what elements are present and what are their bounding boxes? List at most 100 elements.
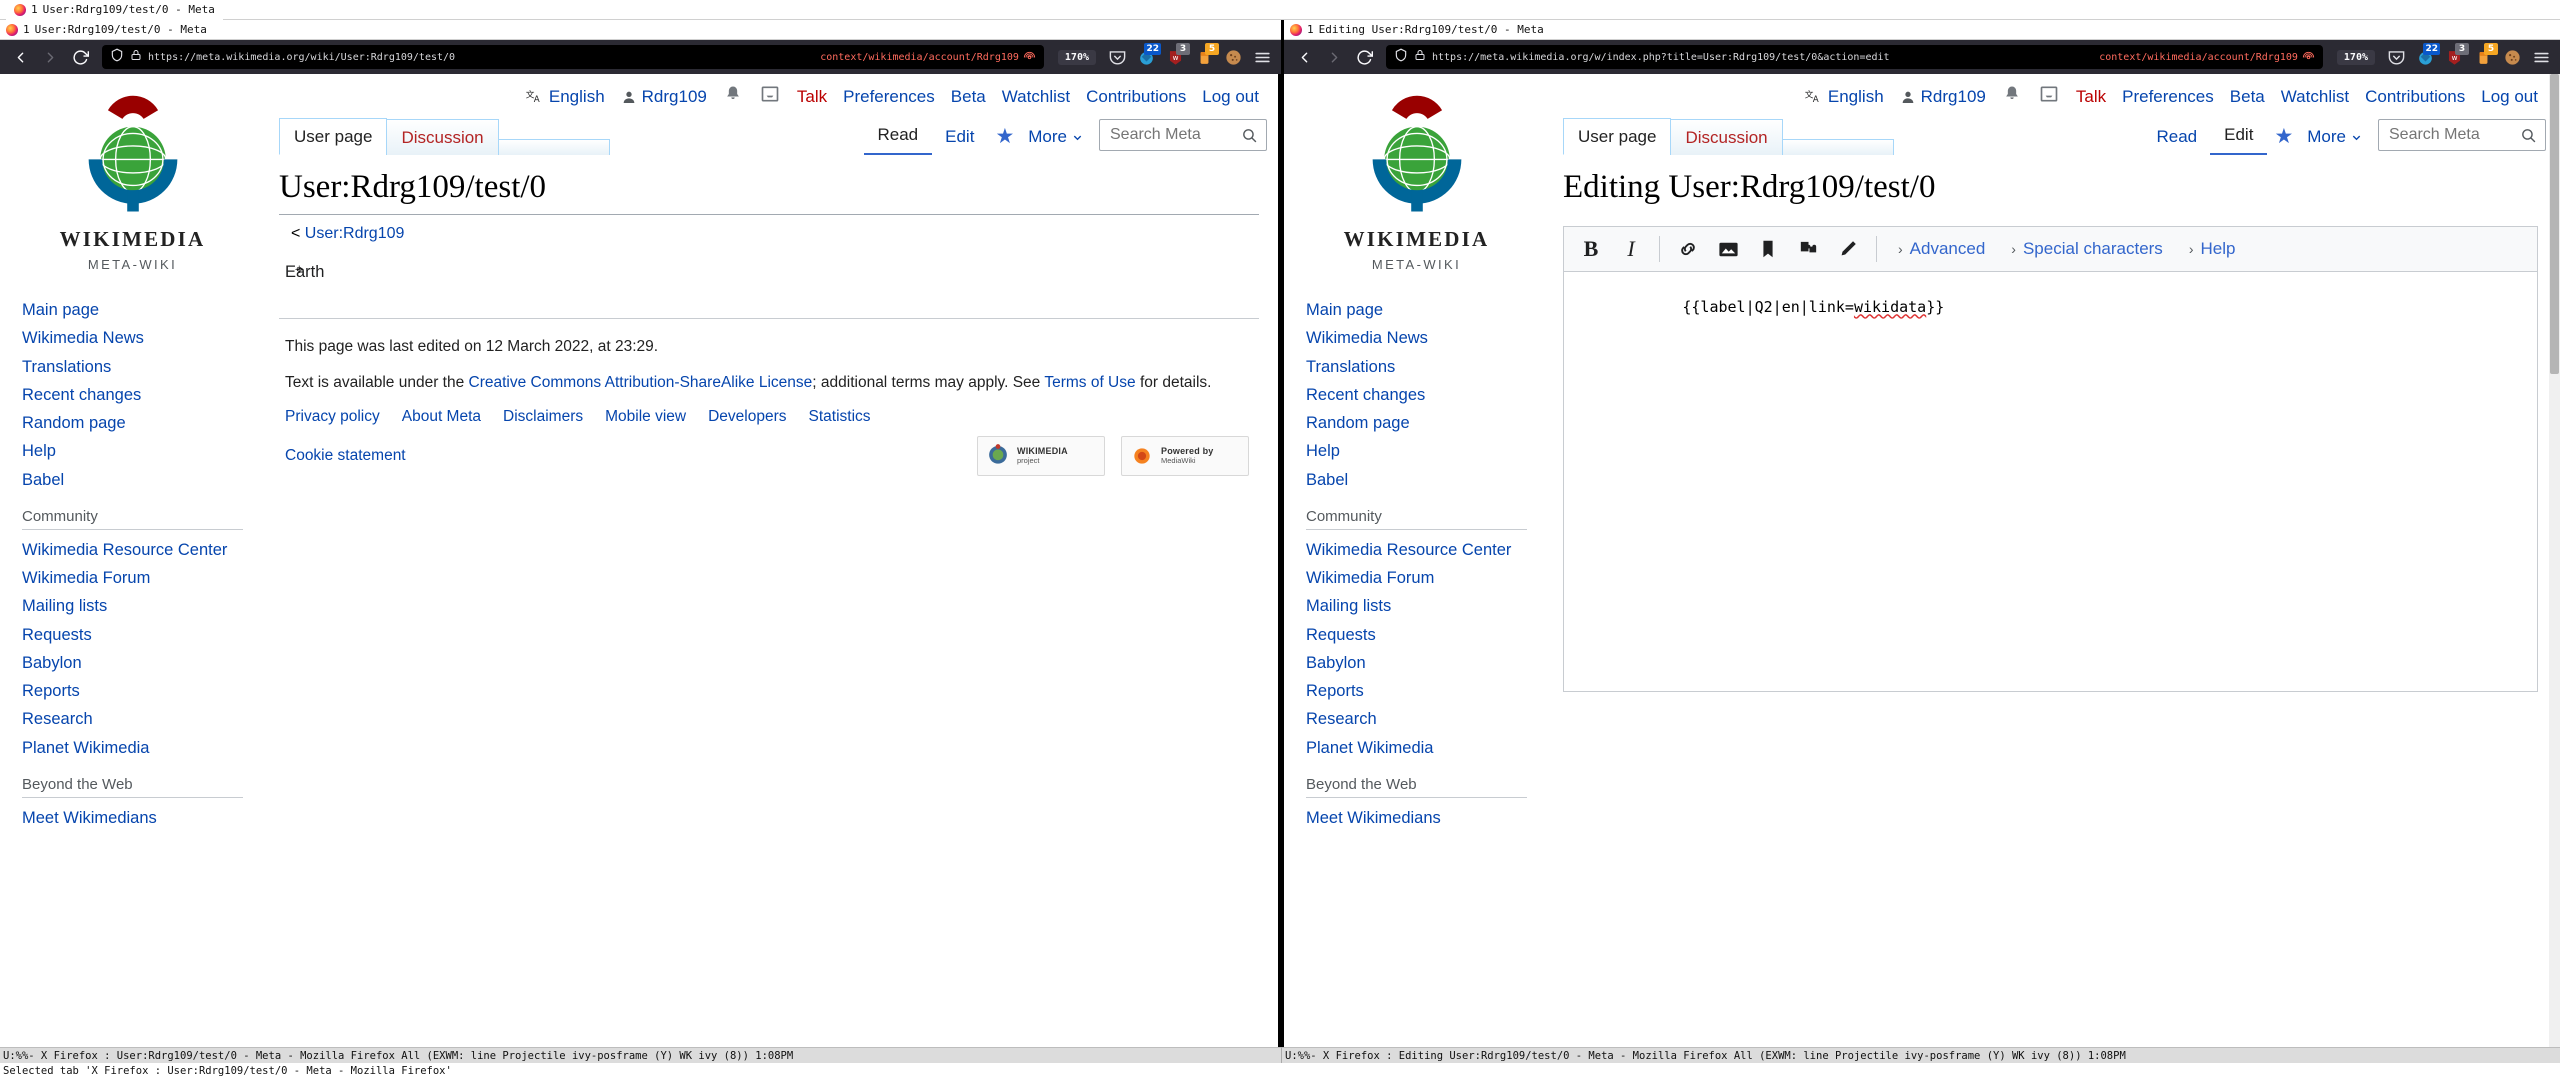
username-label-right[interactable]: Rdrg109 <box>1921 87 1986 107</box>
footer-link-disclaimers[interactable]: Disclaimers <box>503 408 583 426</box>
sidebar-item[interactable]: Wikimedia Resource Center <box>1306 536 1549 564</box>
watchlist-link-left[interactable]: Watchlist <box>1002 87 1070 107</box>
sidebar-link[interactable]: Main page <box>1306 301 1383 319</box>
sidebar-link[interactable]: Reports <box>22 682 80 700</box>
sidebar-item[interactable]: Mailing lists <box>22 592 265 620</box>
container-badge-right[interactable]: context/wikimedia/account/Rdrg109 <box>2099 51 2315 64</box>
reload-button[interactable] <box>66 43 94 71</box>
cookie-icon[interactable] <box>2499 44 2525 70</box>
sidebar-item[interactable]: Wikimedia News <box>22 324 265 352</box>
cookie-icon[interactable] <box>1220 44 1246 70</box>
sidebar-link[interactable]: Meet Wikimedians <box>1306 809 1441 827</box>
tab-discussion-left[interactable]: Discussion <box>386 119 499 155</box>
tab-user-page-left[interactable]: User page <box>279 118 388 155</box>
sidebar-link[interactable]: Wikimedia Forum <box>22 569 150 587</box>
container-badge-left[interactable]: context/wikimedia/account/Rdrg109 <box>820 51 1036 64</box>
sidebar-item[interactable]: Planet Wikimedia <box>1306 734 1549 762</box>
shield-icon[interactable] <box>1394 48 1408 67</box>
zoom-level-left[interactable]: 170% <box>1057 49 1096 65</box>
terms-link[interactable]: Terms of Use <box>1044 374 1135 391</box>
username-label-left[interactable]: Rdrg109 <box>642 87 707 107</box>
sidebar-item[interactable]: Wikimedia News <box>1306 324 1549 352</box>
sidebar-link[interactable]: Main page <box>22 301 99 319</box>
italic-button[interactable]: I <box>1612 230 1650 268</box>
zoom-level-right[interactable]: 170% <box>2336 49 2375 65</box>
reload-button[interactable] <box>1350 43 1378 71</box>
sidebar-item[interactable]: Help <box>22 437 265 465</box>
sidebar-link[interactable]: Translations <box>1306 358 1395 376</box>
search-box-left[interactable] <box>1099 119 1267 151</box>
emacs-tab-selected[interactable]: 1 User:Rdrg109/test/0 - Meta <box>6 0 223 20</box>
extension-icon-orange[interactable]: 5 <box>1191 43 1219 70</box>
sidebar-item[interactable]: Help <box>1306 437 1549 465</box>
sidebar-item[interactable]: Babel <box>22 466 265 494</box>
sidebar-item[interactable]: Main page <box>22 296 265 324</box>
sidebar-link[interactable]: Translations <box>22 358 111 376</box>
notices-button-right[interactable] <box>2038 84 2060 109</box>
back-button[interactable] <box>6 43 34 71</box>
bold-button[interactable]: B <box>1572 230 1610 268</box>
watchlist-link-right[interactable]: Watchlist <box>2281 87 2349 107</box>
editor-menu-help[interactable]: › Help <box>2177 239 2248 259</box>
sidebar-link[interactable]: Requests <box>1306 626 1376 644</box>
sidebar-item[interactable]: Wikimedia Forum <box>22 564 265 592</box>
extension-icon-blue[interactable]: 22 <box>2412 43 2440 70</box>
wikimedia-logo-right[interactable]: WIKIMEDIA META-WIKI <box>1284 80 1549 290</box>
star-icon[interactable]: ★ <box>987 120 1022 155</box>
search-box-right[interactable] <box>2378 119 2546 151</box>
preferences-link-right[interactable]: Preferences <box>2122 87 2214 107</box>
sidebar-item[interactable]: Translations <box>22 353 265 381</box>
notices-button-left[interactable] <box>759 84 781 109</box>
footer-link-developers[interactable]: Developers <box>708 408 786 426</box>
logout-link-right[interactable]: Log out <box>2481 87 2538 107</box>
alerts-button-right[interactable] <box>2002 84 2022 109</box>
more-menu-right[interactable]: More <box>2301 119 2368 155</box>
sidebar-item[interactable]: Recent changes <box>22 381 265 409</box>
sidebar-item[interactable]: Random page <box>22 409 265 437</box>
pocket-icon[interactable] <box>1104 44 1130 70</box>
sidebar-link[interactable]: Recent changes <box>1306 386 1425 404</box>
sidebar-link[interactable]: Research <box>1306 710 1377 728</box>
sidebar-item[interactable]: Babel <box>1306 466 1549 494</box>
sidebar-link[interactable]: Planet Wikimedia <box>1306 739 1433 757</box>
extension-icon-orange[interactable]: 5 <box>2470 43 2498 70</box>
search-icon[interactable] <box>2520 127 2537 144</box>
footer-link-about[interactable]: About Meta <box>402 408 481 426</box>
sidebar-link[interactable]: Random page <box>1306 414 1410 432</box>
sidebar-link[interactable]: Mailing lists <box>22 597 107 615</box>
sidebar-item[interactable]: Requests <box>1306 621 1549 649</box>
footer-link-statistics[interactable]: Statistics <box>809 408 871 426</box>
footer-link-cookie[interactable]: Cookie statement <box>285 447 406 465</box>
sidebar-item[interactable]: Reports <box>1306 677 1549 705</box>
tab-edit-left[interactable]: Edit <box>931 119 988 155</box>
sidebar-link[interactable]: Babylon <box>22 654 82 672</box>
tab-title-left[interactable]: User:Rdrg109/test/0 - Meta <box>35 23 207 36</box>
sidebar-item[interactable]: Requests <box>22 621 265 649</box>
sidebar-link[interactable]: Mailing lists <box>1306 597 1391 615</box>
sidebar-link[interactable]: Reports <box>1306 682 1364 700</box>
search-input-right[interactable] <box>2387 125 2520 145</box>
tab-discussion-right[interactable]: Discussion <box>1670 119 1783 155</box>
sidebar-link[interactable]: Babylon <box>1306 654 1366 672</box>
beta-link-left[interactable]: Beta <box>951 87 986 107</box>
wikitext-editor-textarea[interactable]: {{label|Q2|en|link=wikidata}} <box>1563 272 2538 693</box>
sidebar-item[interactable]: Babylon <box>1306 649 1549 677</box>
preferences-link-left[interactable]: Preferences <box>843 87 935 107</box>
language-label-left[interactable]: English <box>549 87 605 107</box>
sidebar-item[interactable]: Research <box>22 705 265 733</box>
tab-title-right[interactable]: Editing User:Rdrg109/test/0 - Meta <box>1319 23 1544 36</box>
lock-icon[interactable] <box>130 48 142 66</box>
more-menu-left[interactable]: More <box>1022 119 1089 155</box>
badge-powered-by-mediawiki[interactable]: Powered by MediaWiki <box>1121 435 1249 476</box>
search-input-left[interactable] <box>1108 125 1241 145</box>
star-icon[interactable]: ★ <box>2266 120 2301 155</box>
sidebar-link[interactable]: Planet Wikimedia <box>22 739 149 757</box>
editor-menu-advanced[interactable]: › Advanced <box>1886 239 1997 259</box>
sidebar-link[interactable]: Recent changes <box>22 386 141 404</box>
lock-icon[interactable] <box>1414 48 1426 66</box>
tab-read-left[interactable]: Read <box>863 117 933 155</box>
username-right[interactable]: Rdrg109 <box>1900 87 1986 107</box>
sidebar-item[interactable]: Wikimedia Forum <box>1306 564 1549 592</box>
wikimedia-logo-left[interactable]: WIKIMEDIA META-WIKI <box>0 80 265 290</box>
sidebar-item[interactable]: Meet Wikimedians <box>22 804 265 832</box>
